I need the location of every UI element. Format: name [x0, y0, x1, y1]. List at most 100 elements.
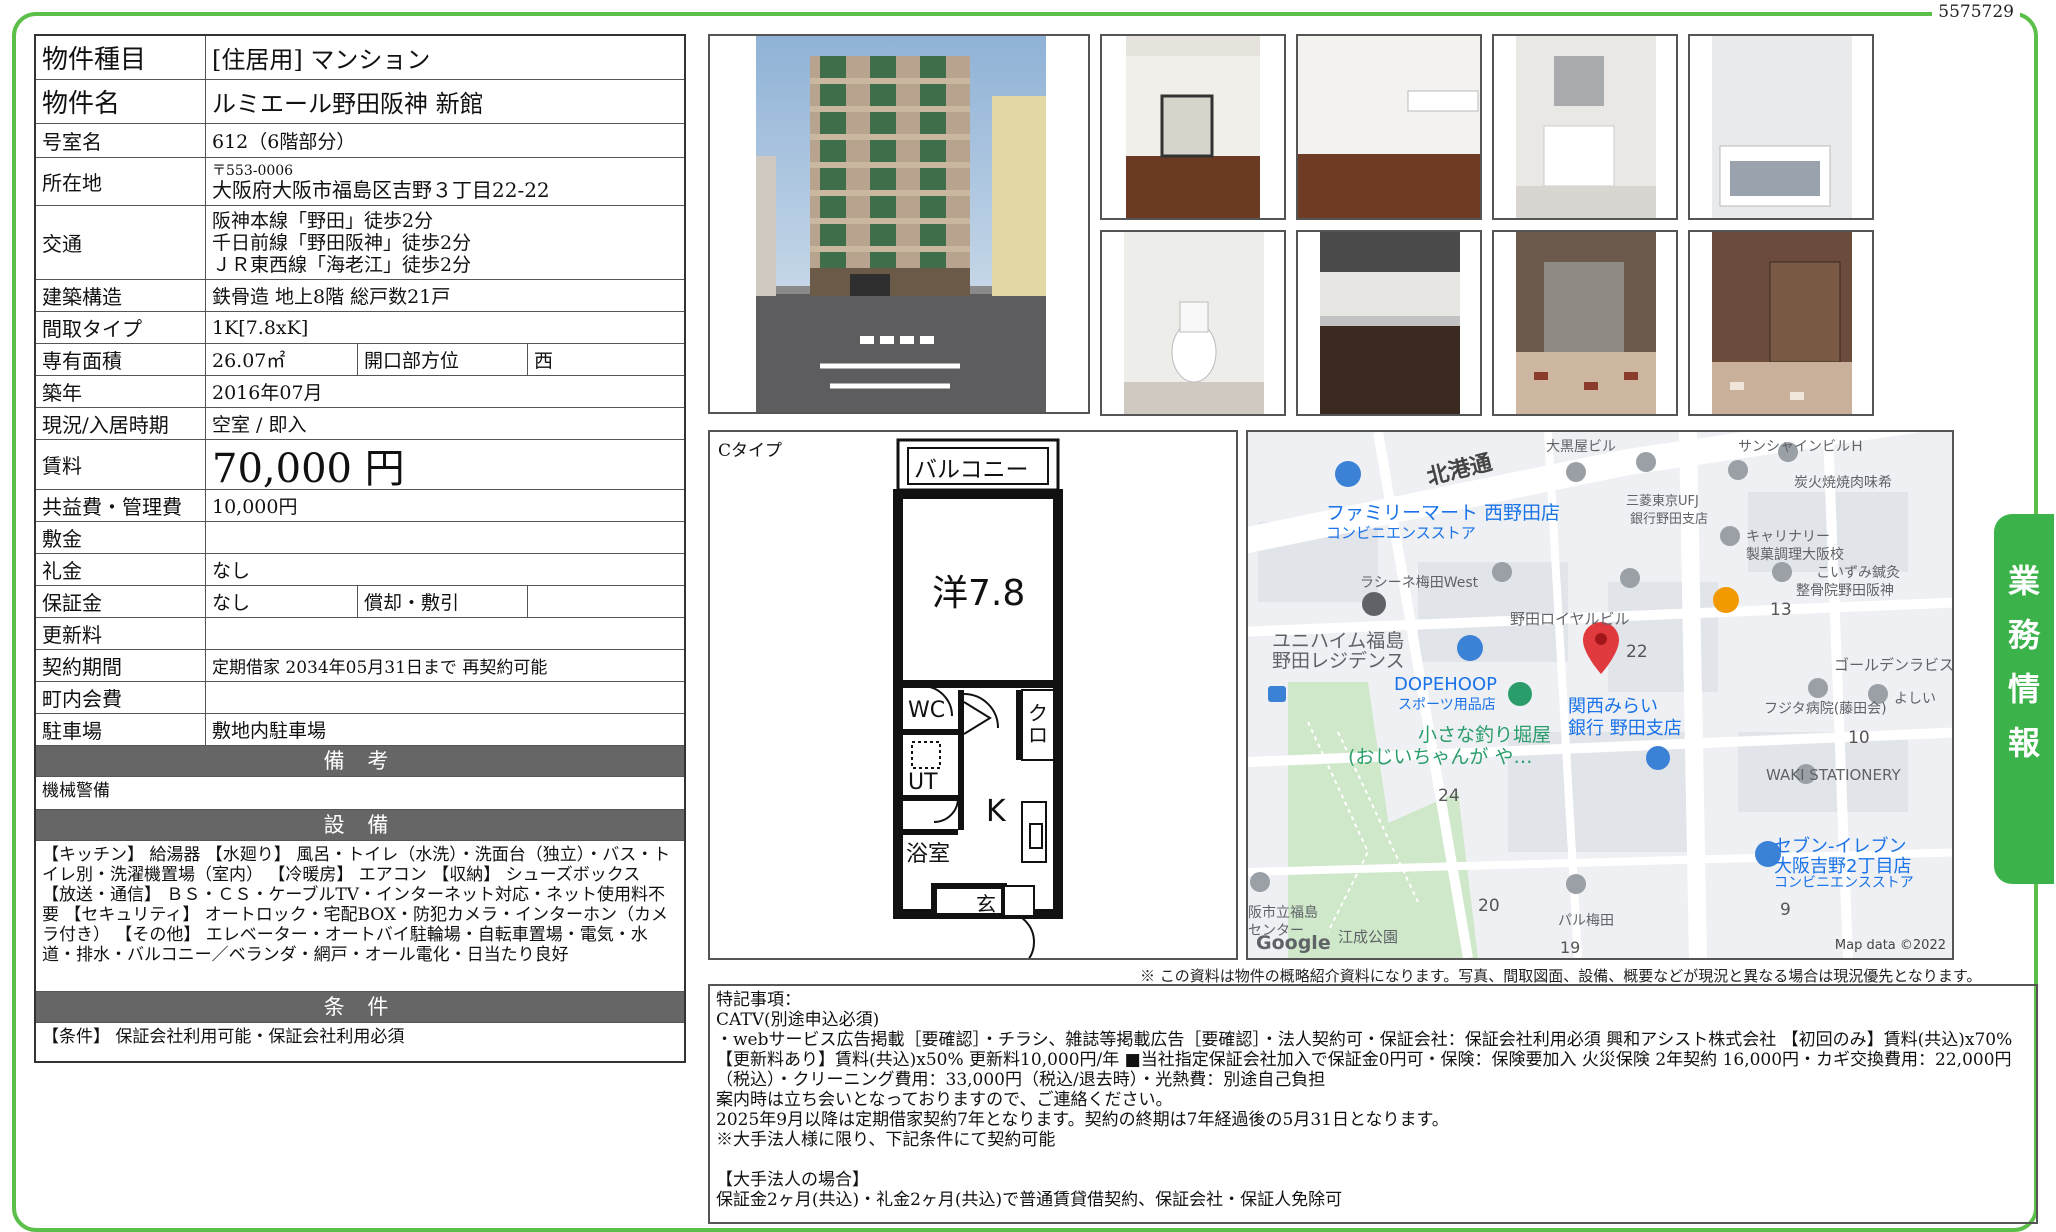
built-label: 築年: [36, 376, 206, 407]
town-fee-value: [206, 682, 684, 713]
area-map[interactable]: 北港通 ファミリーマート 西野田店 コンビニエンスストア ラシーネ梅田West …: [1246, 430, 1954, 960]
map-place: 銀行 野田支店: [1568, 718, 1682, 739]
map-place: 大黒屋ビル: [1546, 439, 1616, 455]
balcony-label: バルコニー: [914, 457, 1029, 483]
map-place: 製菓調理大阪校: [1746, 547, 1844, 563]
property-name: ルミエール野田阪神 新館: [212, 90, 484, 118]
area-value: 26.07㎡: [206, 344, 358, 375]
kitchen-label: K: [986, 794, 1006, 829]
room-photo-toilet: [1100, 230, 1286, 416]
map-place: 阪市立福島: [1248, 905, 1318, 921]
notes-line: CATV(別途申込必須): [716, 1010, 880, 1030]
notes-line: ・webサービス広告掲載［要確認］・チラシ、雑誌等掲載広告［要確認］・法人契約可…: [716, 1030, 2013, 1090]
map-place: パル梅田: [1558, 913, 1614, 929]
key-money-value: なし: [212, 560, 251, 582]
status-label: 現況/入居時期: [36, 408, 206, 439]
address-label: 所在地: [36, 158, 206, 205]
notes-line: 案内時は立ち会いとなっておりますので、ご連絡ください。: [716, 1090, 1173, 1110]
remarks-heading: 備 考: [36, 746, 684, 777]
property-info-table: 物件種目 [住居用] マンション 物件名 ルミエール野田阪神 新館 号室名 612（6…: [34, 34, 686, 1063]
map-place: ファミリーマート 西野田店: [1326, 502, 1561, 524]
renewal-value: [206, 618, 684, 649]
map-place: 三菱東京UFJ: [1626, 494, 1699, 509]
bath-label: 浴室: [906, 842, 951, 867]
map-place: WAKI STATIONERY: [1766, 766, 1901, 784]
parking-value: 敷地内駐車場: [212, 720, 327, 742]
structure-label: 建築構造: [36, 280, 206, 311]
notes-line: 2025年9月以降は定期借家契約7年となります。契約の終期は7年経過後の5月31…: [716, 1110, 1449, 1130]
floor-plan: Cタイプ バルコニー 洋7.8 WC クロ UT K 浴室 玄: [708, 430, 1238, 960]
rent-label: 賃料: [36, 440, 206, 489]
area-label: 専有面積: [36, 344, 206, 375]
western-room-label: 洋7.8: [932, 573, 1026, 614]
layout-label: 間取タイプ: [36, 312, 206, 343]
building-exterior-photo: [708, 34, 1090, 414]
key-money-label: 礼金: [36, 554, 206, 585]
deposit-label: 敷金: [36, 522, 206, 553]
equipment-heading: 設 備: [36, 810, 684, 841]
map-place: 野田ロイヤルビル: [1510, 610, 1630, 628]
direction-value: 西: [534, 350, 554, 372]
business-info-tab[interactable]: 業務情報: [1994, 514, 2054, 884]
guarantee-value: なし: [206, 586, 358, 617]
amortization-label: 償却・敷引: [358, 586, 528, 617]
business-info-tab-label: 業務情報: [2007, 562, 2040, 762]
map-place: スポーツ用品店: [1398, 697, 1496, 713]
renewal-label: 更新料: [36, 618, 206, 649]
type-value: [住居用] マンション: [212, 46, 431, 74]
room-photo-kitchen: [1296, 230, 1482, 416]
guarantee-label: 保証金: [36, 586, 206, 617]
notes-line: ※大手法人様に限り、下記条件にて契約可能: [716, 1130, 1056, 1150]
direction-label: 開口部方位: [358, 344, 528, 375]
access-line: ＪＲ東西線「海老江」徒歩2分: [212, 253, 472, 276]
map-place: サンシャインビルＨ: [1738, 439, 1864, 455]
notes-line: 特記事項：: [716, 990, 801, 1010]
map-block-number: 24: [1438, 786, 1460, 806]
map-place: 整骨院野田阪神: [1796, 583, 1894, 599]
map-place: 野田レジデンス: [1272, 650, 1405, 672]
town-fee-label: 町内会費: [36, 682, 206, 713]
google-logo: Google: [1256, 932, 1331, 954]
disclaimer-text: ※ この資料は物件の概略紹介資料になります。写真、間取図面、設備、概要などが現況…: [1140, 967, 1982, 985]
map-place: キャリナリー: [1746, 529, 1830, 545]
map-block-number: 22: [1626, 642, 1648, 662]
access-list: 阪神本線「野田」徒歩2分 千日前線「野田阪神」徒歩2分 ＪＲ東西線「海老江」徒歩2分: [206, 206, 684, 279]
entrance-hall-photo: [1492, 230, 1678, 416]
notes-line: 【大手法人の場合】: [716, 1170, 869, 1190]
map-place: コンビニエンスストア: [1774, 875, 1914, 891]
map-block-number: 19: [1560, 938, 1581, 957]
room-photo-aircon: [1296, 34, 1482, 220]
fee-value: 10,000円: [212, 496, 298, 518]
room-photo-western-room: [1100, 34, 1286, 220]
conditions-text: 【条件】 保証会社利用可能・保証会社利用必須: [42, 1027, 405, 1047]
status-value: 空室 / 即入: [212, 414, 307, 436]
built-value: 2016年07月: [212, 382, 323, 404]
access-label: 交通: [36, 206, 206, 279]
map-place: ゴールデンラビス: [1834, 656, 1954, 674]
map-place: DOPEHOOP: [1394, 674, 1497, 695]
map-block-number: 13: [1770, 600, 1792, 620]
equipment-text: 【キッチン】 給湯器 【水廻り】 風呂・トイレ（水洗）・洗面台（独立）・バス・ト…: [36, 841, 684, 992]
address-text: 大阪府大阪市福島区吉野３丁目22-22: [212, 177, 550, 202]
notes-line: [716, 1150, 2030, 1170]
access-line: 千日前線「野田阪神」徒歩2分: [212, 231, 472, 254]
map-place: こいずみ鍼灸: [1816, 565, 1900, 581]
layout-value: 1K[7.8xK]: [212, 316, 309, 339]
amortization-value: [528, 586, 684, 617]
parking-label: 駐車場: [36, 714, 206, 745]
room-photo-washroom: [1492, 34, 1678, 220]
rent-value: 70,000 円: [212, 445, 405, 492]
room-label: 号室名: [36, 124, 206, 157]
document-id: 5575729: [1932, 2, 2020, 22]
map-credit: Map data ©2022: [1834, 938, 1946, 953]
notes-line: 保証金2ヶ月(共込)・礼金2ヶ月(共込)で普通賃貸借契約、保証会社・保証人免除可: [716, 1190, 1343, 1210]
room-photo-bathroom: [1688, 34, 1874, 220]
fee-label: 共益費・管理費: [36, 490, 206, 521]
name-label: 物件名: [36, 80, 206, 123]
deposit-value: [206, 522, 684, 553]
map-place: 江成公園: [1338, 928, 1399, 946]
map-block-number: 9: [1780, 900, 1791, 920]
map-place: フジタ病院(藤田会): [1764, 701, 1887, 717]
contract-value: 定期借家 2034年05月31日まで 再契約可能: [212, 658, 548, 678]
map-block-number: 10: [1848, 728, 1870, 748]
